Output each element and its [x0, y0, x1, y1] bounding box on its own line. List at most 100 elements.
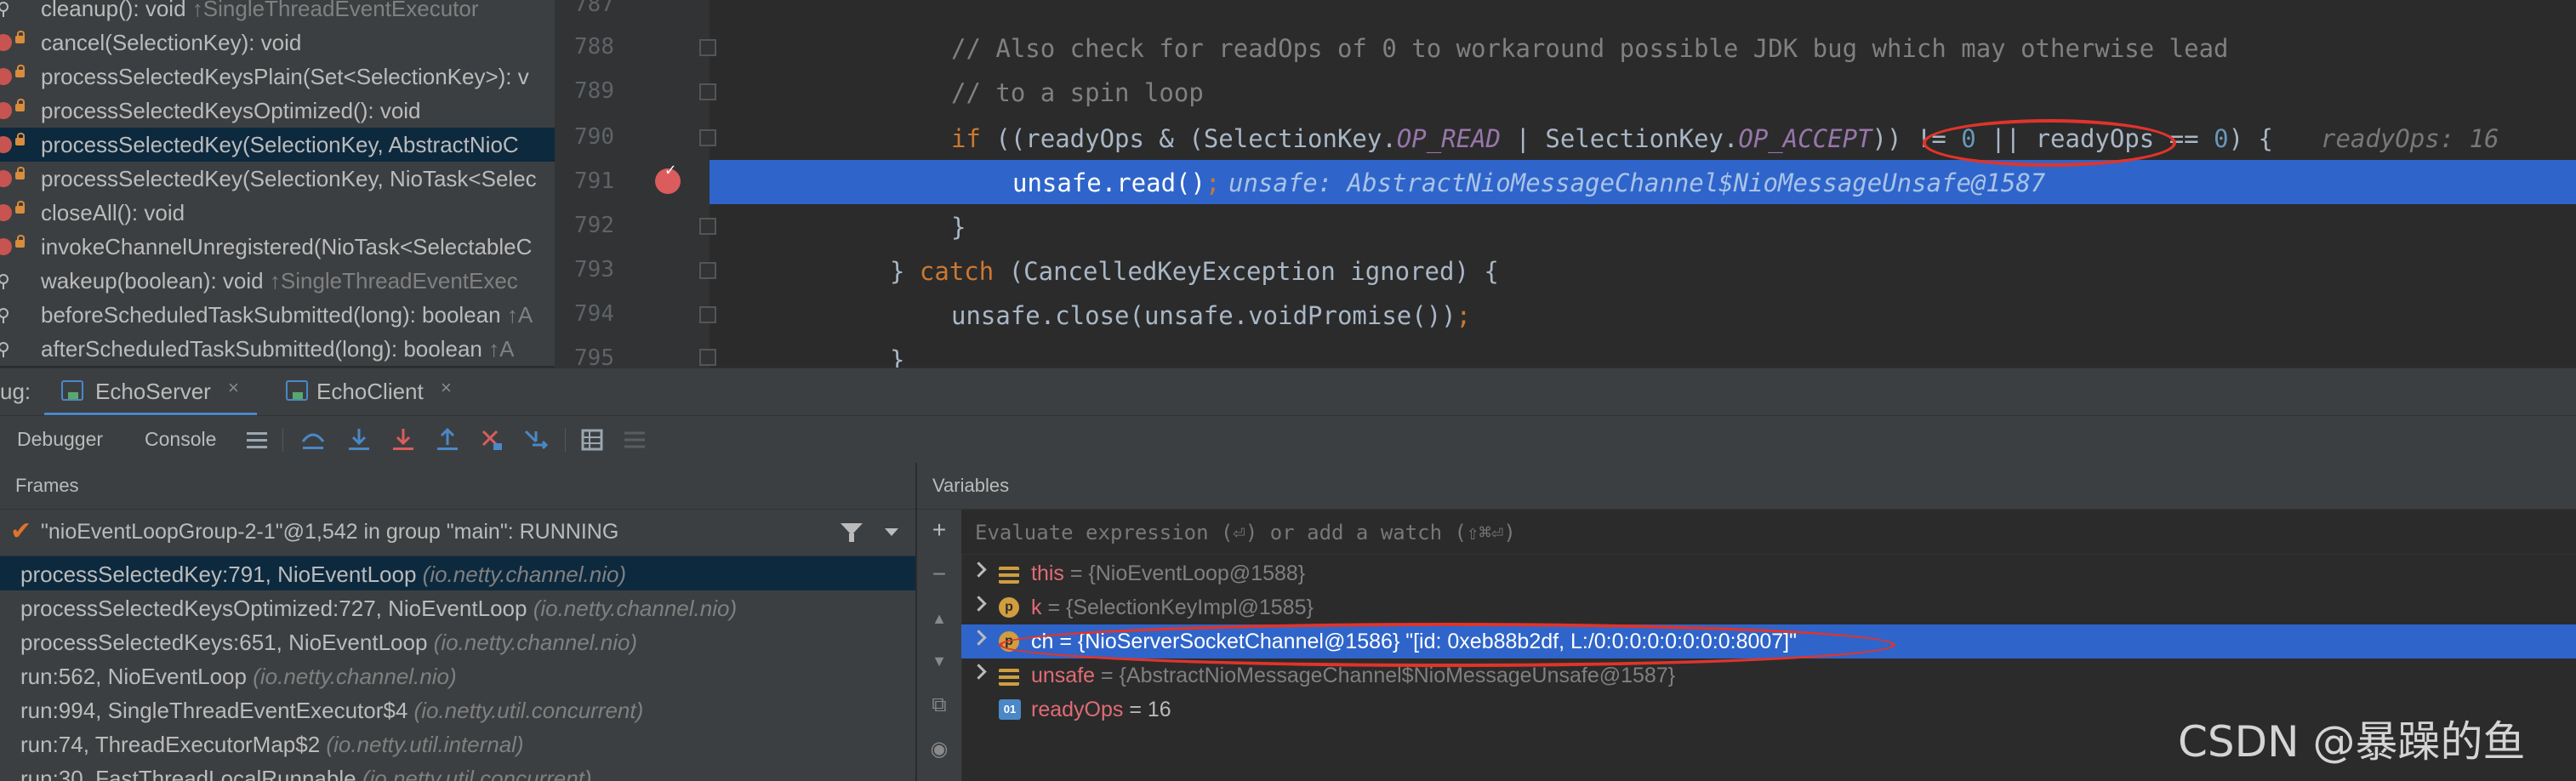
structure-item[interactable]: wakeup(boolean): void ↑SingleThreadEvent…: [0, 264, 555, 298]
method-label: processSelectedKeysOptimized(): void: [41, 98, 421, 123]
structure-item[interactable]: beforeScheduledTaskSubmitted(long): bool…: [0, 298, 555, 332]
lock-icon: [15, 133, 25, 145]
method-label: invokeChannelUnregistered(NioTask<Select…: [41, 234, 533, 259]
variable-row[interactable]: this = {NioEventLoop@1588}: [961, 556, 2576, 590]
step-out-icon[interactable]: [432, 425, 463, 455]
structure-item-selected[interactable]: processSelectedKey(SelectionKey, Abstrac…: [0, 128, 555, 162]
variable-value: = {NioEventLoop@1588}: [1063, 562, 1306, 585]
line-number: 795: [574, 345, 614, 368]
evaluate-expression-icon[interactable]: [577, 425, 607, 455]
chevron-right-icon[interactable]: [971, 562, 987, 578]
panel-title: Variables: [932, 475, 1010, 496]
structure-item[interactable]: invokeChannelUnregistered(NioTask<Select…: [0, 230, 555, 264]
code-line-788: // Also check for readOps of 0 to workar…: [710, 26, 2576, 70]
code-comment: // to a spin loop: [951, 78, 1204, 107]
editor-gutter[interactable]: 787 788 789 790 791 792 793 794 795 ✓: [555, 0, 716, 368]
chevron-down-icon[interactable]: [885, 528, 898, 536]
method-icon: [0, 238, 12, 255]
menu-icon[interactable]: [242, 425, 272, 455]
code-line-793: } catch (CancelledKeyException ignored) …: [710, 248, 2576, 293]
copy-icon[interactable]: ⧉: [924, 690, 955, 721]
code-editor[interactable]: 787 788 789 790 791 792 793 794 795 ✓ //…: [555, 0, 2576, 368]
check-icon: ✔: [10, 517, 32, 545]
structure-item[interactable]: cleanup(): void ↑SingleThreadEventExecut…: [0, 0, 555, 26]
move-down-icon[interactable]: ▼: [924, 646, 955, 676]
public-icon: [0, 306, 12, 323]
frame-method: run:30, FastThreadLocalRunnable: [20, 766, 356, 781]
method-label: cleanup(): void: [41, 0, 186, 21]
method-label: processSelectedKey(SelectionKey, NioTask…: [41, 166, 537, 191]
frame-item[interactable]: run:562, NioEventLoop (io.netty.channel.…: [0, 658, 915, 693]
variable-value: = {AbstractNioMessageChannel$NioMessageU…: [1095, 664, 1676, 687]
remove-watch-icon[interactable]: −: [924, 559, 955, 590]
structure-item[interactable]: processSelectedKeysOptimized(): void: [0, 94, 555, 128]
line-number: 794: [574, 301, 614, 327]
frame-item[interactable]: run:74, ThreadExecutorMap$2 (io.netty.ut…: [0, 727, 915, 761]
line-number: 788: [574, 34, 614, 60]
frame-package: (io.netty.channel.nio): [433, 630, 638, 655]
force-step-into-icon[interactable]: [388, 425, 419, 455]
show-icon[interactable]: ◉: [924, 734, 955, 765]
structure-item[interactable]: afterScheduledTaskSubmitted(long): boole…: [0, 332, 555, 366]
thread-label: "nioEventLoopGroup-2-1"@1,542 in group "…: [41, 520, 619, 544]
frame-item[interactable]: run:30, FastThreadLocalRunnable (io.nett…: [0, 761, 915, 781]
variable-value: = 16: [1123, 698, 1171, 721]
thread-selector[interactable]: ✔ "nioEventLoopGroup-2-1"@1,542 in group…: [0, 510, 915, 556]
step-over-icon[interactable]: [298, 425, 328, 455]
chevron-right-icon[interactable]: [971, 630, 987, 646]
structure-item[interactable]: cancel(SelectionKey): void: [0, 26, 555, 60]
constant: OP_ACCEPT: [1738, 124, 1872, 153]
chevron-right-icon[interactable]: [971, 664, 987, 680]
frame-item-selected[interactable]: processSelectedKey:791, NioEventLoop (io…: [0, 556, 915, 590]
frame-package: (io.netty.channel.nio): [253, 664, 457, 689]
structure-item[interactable]: processSelectedKeysPlain(Set<SelectionKe…: [0, 60, 555, 94]
frame-item[interactable]: run:994, SingleThreadEventExecutor$4 (io…: [0, 693, 915, 727]
method-label: afterScheduledTaskSubmitted(long): boole…: [41, 336, 482, 362]
inherited-label: ↑A: [488, 336, 515, 362]
trace-icon[interactable]: [619, 425, 650, 455]
structure-item[interactable]: closeAll(): void: [0, 196, 555, 230]
tab-debugger[interactable]: Debugger: [17, 428, 103, 451]
variable-row[interactable]: pk = {SelectionKeyImpl@1585}: [961, 590, 2576, 624]
field-icon: [999, 567, 1019, 584]
method-icon: [0, 170, 12, 187]
variable-name: unsafe: [1031, 664, 1096, 687]
lock-icon: [15, 31, 25, 43]
structure-panel: cleanup(): void ↑SingleThreadEventExecut…: [0, 0, 555, 366]
tab-echoclient[interactable]: EchoClient ×: [271, 368, 475, 413]
variable-row[interactable]: unsafe = {AbstractNioMessageChannel$NioM…: [961, 658, 2576, 693]
code-line-794: unsafe.close(unsafe.voidPromise());: [710, 293, 2576, 337]
tab-console[interactable]: Console: [145, 428, 216, 451]
keyword: if: [951, 124, 981, 153]
annotation-ellipse: [999, 623, 1895, 667]
frame-method: run:74, ThreadExecutorMap$2: [20, 732, 321, 757]
close-icon[interactable]: ×: [228, 377, 239, 399]
variable-name: this: [1031, 562, 1064, 585]
parameter-icon: p: [999, 597, 1019, 618]
tab-echoserver[interactable]: EchoServer ×: [44, 368, 257, 416]
frame-package: (io.netty.util.concurrent): [413, 698, 644, 723]
inline-value-hint: readyOps: 16: [2321, 124, 2499, 153]
public-icon: [0, 340, 12, 357]
structure-item[interactable]: processSelectedKey(SelectionKey, NioTask…: [0, 162, 555, 196]
evaluate-expression-input[interactable]: [973, 516, 1998, 549]
debug-tab-bar: ug: EchoServer × EchoClient ×: [0, 368, 2576, 416]
method-label: closeAll(): void: [41, 200, 185, 225]
frame-item[interactable]: processSelectedKeys:651, NioEventLoop (i…: [0, 624, 915, 658]
close-icon[interactable]: ×: [441, 377, 452, 399]
constant: OP_READ: [1396, 124, 1502, 153]
run-to-cursor-icon[interactable]: [521, 425, 551, 455]
line-number: 792: [574, 213, 614, 238]
code-line-792: }: [951, 213, 966, 242]
variable-value: = {SelectionKeyImpl@1585}: [1041, 596, 1314, 619]
watch-row: [961, 510, 2576, 555]
chevron-right-icon[interactable]: [971, 596, 987, 612]
method-label: processSelectedKeysPlain(Set<SelectionKe…: [41, 64, 529, 89]
annotation-ellipse: [1923, 119, 2176, 167]
app-icon: [286, 380, 308, 401]
step-into-icon[interactable]: [344, 425, 374, 455]
drop-frame-icon[interactable]: [476, 425, 507, 455]
frame-item[interactable]: processSelectedKeysOptimized:727, NioEve…: [0, 590, 915, 624]
move-up-icon[interactable]: ▲: [924, 603, 955, 634]
add-watch-icon[interactable]: +: [924, 515, 955, 545]
